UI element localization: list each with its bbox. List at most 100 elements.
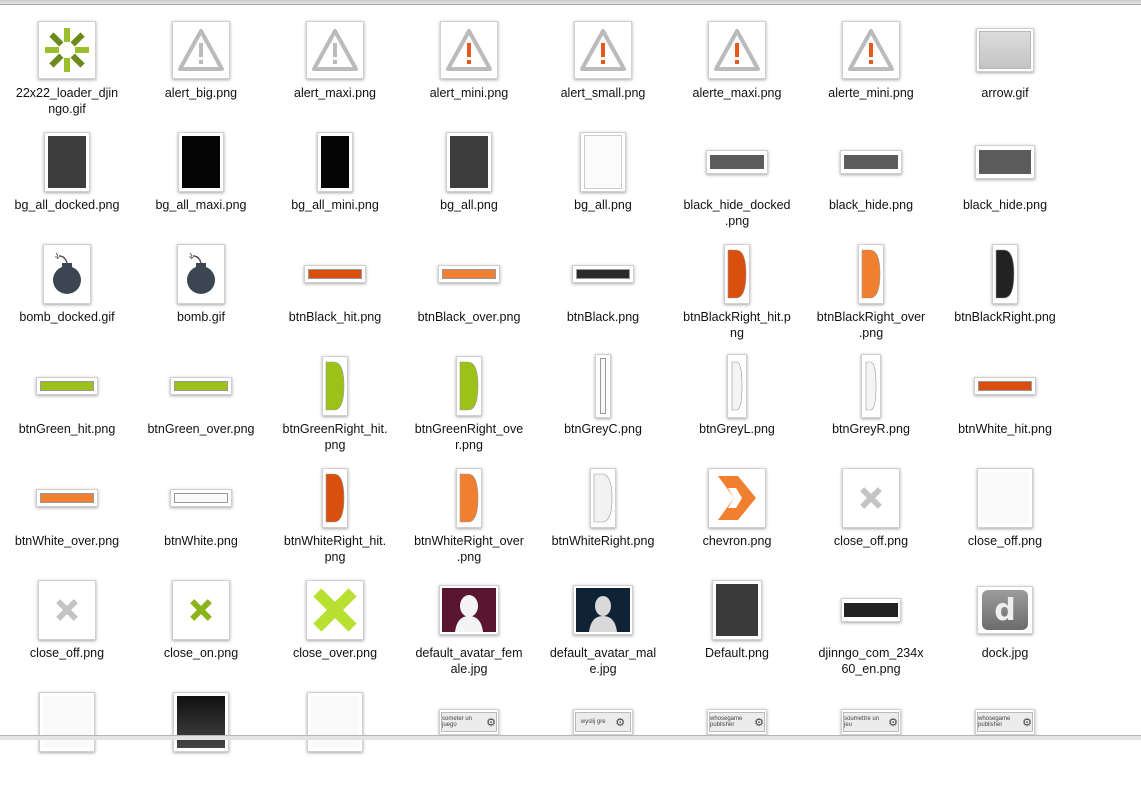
- thumbnail-box: [17, 130, 117, 194]
- thumbnail-box: [285, 578, 385, 642]
- thumbnail-box: [687, 130, 787, 194]
- file-item[interactable]: btnGreyC.png: [536, 346, 670, 458]
- bomb-icon: [43, 244, 91, 304]
- file-name-line: black_hide.png: [828, 198, 914, 212]
- gear-icon: ⚙: [888, 716, 898, 729]
- thumbnail-box: [955, 354, 1055, 418]
- file-name-line: btnBlackRight_over: [816, 310, 926, 324]
- file-item[interactable]: alerte_mini.png: [804, 10, 938, 122]
- file-item[interactable]: alert_small.png: [536, 10, 670, 122]
- banner-thumbnail: [841, 598, 901, 622]
- file-item[interactable]: bomb_docked.gif: [0, 234, 134, 346]
- alert-icon: [172, 21, 230, 79]
- button-strip-thumbnail: [304, 265, 366, 283]
- file-name-label: bg_all.png: [402, 197, 536, 213]
- file-item[interactable]: btnGreyR.png: [804, 346, 938, 458]
- file-item[interactable]: bomb.gif: [134, 234, 268, 346]
- file-item[interactable]: close_off.png: [0, 570, 134, 682]
- badge-text: someter un juego: [442, 716, 473, 728]
- file-name-line: alert_mini.png: [429, 86, 509, 100]
- file-item[interactable]: close_off.png: [804, 458, 938, 570]
- file-name-line: alert_small.png: [560, 86, 646, 100]
- file-item[interactable]: Default.png: [670, 570, 804, 682]
- file-item[interactable]: btnWhiteRight_over .png: [402, 458, 536, 570]
- avatar-male-thumbnail: [573, 585, 633, 635]
- file-name-line: default_avatar_fem: [415, 646, 523, 660]
- file-name-label: close_off.png: [0, 645, 134, 661]
- badge-thumbnail: soumettre un jeu ⚙: [841, 709, 901, 735]
- file-item[interactable]: default_avatar_mal e.jpg: [536, 570, 670, 682]
- file-item[interactable]: chevron.png: [670, 458, 804, 570]
- file-item[interactable]: btnBlack.png: [536, 234, 670, 346]
- file-item[interactable]: btnGreen_over.png: [134, 346, 268, 458]
- thumbnail-box: [151, 18, 251, 82]
- file-item[interactable]: btnWhiteRight.png: [536, 458, 670, 570]
- thumbnail-box: [151, 130, 251, 194]
- file-item[interactable]: btnWhite.png: [134, 458, 268, 570]
- file-item[interactable]: btnBlackRight.png: [938, 234, 1072, 346]
- file-name-label: btnGreyR.png: [804, 421, 938, 437]
- dock-letter: d: [982, 590, 1028, 630]
- file-item[interactable]: black_hide.png: [938, 122, 1072, 234]
- file-item[interactable]: close_on.png: [134, 570, 268, 682]
- file-name-label: btnWhite.png: [134, 533, 268, 549]
- file-item[interactable]: bg_all.png: [536, 122, 670, 234]
- thumbnail-box: whosegame publisher ⚙: [687, 690, 787, 754]
- file-name-line: alert_big.png: [164, 86, 238, 100]
- file-name-label: btnWhite_hit.png: [938, 421, 1072, 437]
- file-name-line: close_off.png: [833, 534, 909, 548]
- blank-thumbnail: [977, 468, 1033, 528]
- button-cap-thumbnail: [322, 468, 348, 528]
- file-name-line: dock.jpg: [981, 646, 1029, 660]
- file-item[interactable]: btnWhite_over.png: [0, 458, 134, 570]
- file-item[interactable]: btnGreenRight_hit. png: [268, 346, 402, 458]
- thumbnail-box: [821, 578, 921, 642]
- file-item[interactable]: btnBlackRight_over .png: [804, 234, 938, 346]
- file-name-label: btnBlack.png: [536, 309, 670, 325]
- file-item[interactable]: close_off.png: [938, 458, 1072, 570]
- file-item[interactable]: btnGreenRight_ove r.png: [402, 346, 536, 458]
- file-item[interactable]: alert_big.png: [134, 10, 268, 122]
- file-item[interactable]: close_over.png: [268, 570, 402, 682]
- file-item[interactable]: default_avatar_fem ale.jpg: [402, 570, 536, 682]
- file-item[interactable]: btnWhiteRight_hit. png: [268, 458, 402, 570]
- button-strip-thumbnail: [595, 354, 611, 418]
- file-item[interactable]: btnBlack_hit.png: [268, 234, 402, 346]
- thumbnail-box: [17, 690, 117, 754]
- file-item[interactable]: black_hide.png: [804, 122, 938, 234]
- file-item[interactable]: alert_mini.png: [402, 10, 536, 122]
- file-item[interactable]: btnBlackRight_hit.p ng: [670, 234, 804, 346]
- thumbnail-box: [687, 578, 787, 642]
- file-name-line: ale.jpg: [450, 662, 488, 676]
- file-name-label: alert_maxi.png: [268, 85, 402, 101]
- file-item[interactable]: djinngo_com_234x 60_en.png: [804, 570, 938, 682]
- gear-icon: ⚙: [1022, 716, 1032, 729]
- thumbnail-box: whosegame publisher ⚙: [955, 690, 1055, 754]
- file-item[interactable]: d dock.jpg: [938, 570, 1072, 682]
- file-item[interactable]: bg_all_docked.png: [0, 122, 134, 234]
- file-name-label: btnWhite_over.png: [0, 533, 134, 549]
- file-item[interactable]: bg_all.png: [402, 122, 536, 234]
- file-item[interactable]: bg_all_mini.png: [268, 122, 402, 234]
- file-item[interactable]: black_hide_docked .png: [670, 122, 804, 234]
- thumbnail-box: [285, 242, 385, 306]
- file-item[interactable]: 22x22_loader_djin ngo.gif: [0, 10, 134, 122]
- file-item[interactable]: btnGreen_hit.png: [0, 346, 134, 458]
- file-icon-grid: 22x22_loader_djin ngo.gif alert_big.png ale…: [0, 0, 1141, 752]
- file-item[interactable]: alert_maxi.png: [268, 10, 402, 122]
- file-item[interactable]: btnWhite_hit.png: [938, 346, 1072, 458]
- file-name-label: alerte_maxi.png: [670, 85, 804, 101]
- file-item[interactable]: alerte_maxi.png: [670, 10, 804, 122]
- hide-bar-thumbnail: [975, 145, 1035, 179]
- file-item[interactable]: btnGreyL.png: [670, 346, 804, 458]
- file-item[interactable]: btnBlack_over.png: [402, 234, 536, 346]
- file-name-line: bg_all_mini.png: [291, 198, 379, 212]
- file-name-line: close_off.png: [967, 534, 1043, 548]
- thumbnail-box: [687, 466, 787, 530]
- thumbnail-box: [419, 578, 519, 642]
- file-item[interactable]: arrow.gif: [938, 10, 1072, 122]
- file-item[interactable]: bg_all_maxi.png: [134, 122, 268, 234]
- thumbnail-box: [553, 466, 653, 530]
- blank-thumbnail: [307, 692, 363, 752]
- button-cap-thumbnail: [590, 468, 616, 528]
